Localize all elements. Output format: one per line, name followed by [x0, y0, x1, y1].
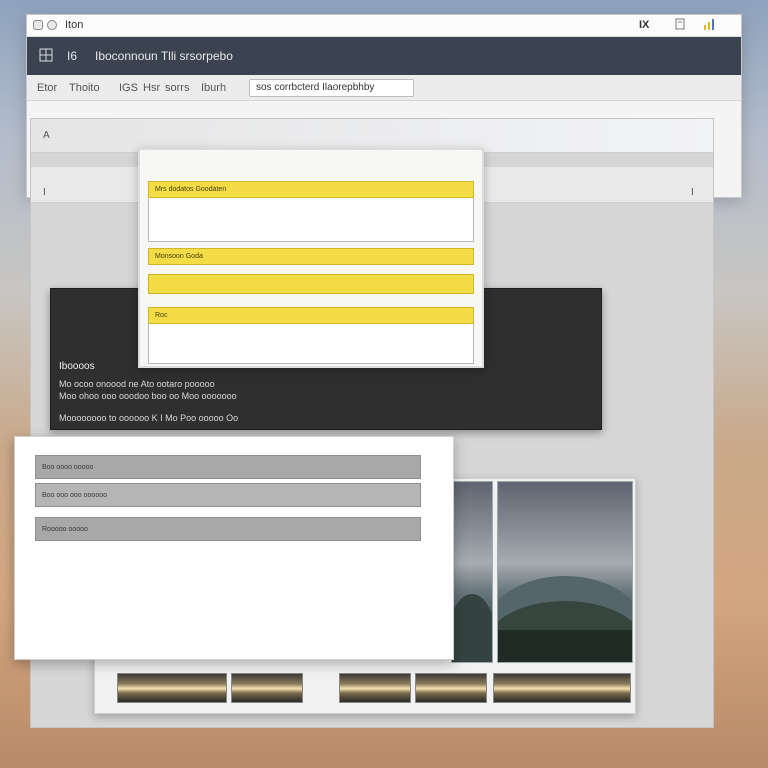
menu-item-iburh[interactable]: Iburh — [201, 82, 226, 94]
yellow-field-label-3: Roc — [148, 307, 474, 324]
dark-panel-line-2: Moo ohoo ooo ooodoo boo oo Moo ooooooo — [59, 391, 237, 401]
menu-bar: Etor Thoito IGS Hsr sorrs Iburh sos corr… — [27, 75, 741, 101]
stack-icon[interactable] — [675, 18, 685, 33]
yellow-field-label-1: Mrs dodatos Goodaten — [148, 181, 474, 198]
filmstrip-thumb-2[interactable] — [231, 673, 303, 703]
landscape-photo-2[interactable] — [497, 481, 633, 663]
tab-title[interactable]: Iton — [65, 19, 83, 31]
window-close-icon[interactable] — [33, 20, 43, 30]
yellow-field-input-2[interactable] — [148, 274, 474, 294]
filmstrip-thumb-1[interactable] — [117, 673, 227, 703]
grey-field-2[interactable]: Boo ooo ooo oooooo — [35, 483, 421, 507]
titlebar-right-label: IX — [639, 19, 650, 31]
grey-field-3[interactable]: Rooooo ooooo — [35, 517, 421, 541]
menu-item-sorrs[interactable]: sorrs — [165, 82, 189, 94]
landscape-photo-1[interactable] — [451, 481, 493, 663]
filmstrip-thumb-3[interactable] — [339, 673, 411, 703]
yellow-field-label-2: Monsoon Goda — [148, 248, 474, 265]
menu-item-hsr[interactable]: Hsr — [143, 82, 160, 94]
grey-form-window: Boo oooo ooooo Boo ooo ooo oooooo Rooooo… — [14, 436, 454, 660]
address-field[interactable]: sos corrbcterd Ilaorepbhby — [249, 79, 414, 97]
toolbar-title: Iboconnoun Tlli srsorpebo — [95, 49, 233, 63]
yellow-field-input-3[interactable] — [148, 324, 474, 364]
window-minimize-icon[interactable] — [47, 20, 57, 30]
strip-b-char-right: I — [691, 187, 694, 198]
strip-b-char: I — [43, 187, 46, 198]
grey-field-1[interactable]: Boo oooo ooooo — [35, 455, 421, 479]
menu-item-thoito[interactable]: Thoito — [69, 82, 100, 94]
menu-item-etor[interactable]: Etor — [37, 82, 57, 94]
menu-item-igs[interactable]: IGS — [119, 82, 138, 94]
filmstrip-thumb-4[interactable] — [415, 673, 487, 703]
signal-icon[interactable] — [703, 17, 719, 34]
yellow-form-dialog: Mrs dodatos Goodaten Monsoon Goda Roc — [138, 148, 484, 368]
grid-icon[interactable] — [39, 48, 53, 65]
dark-panel-heading: Iboooos — [59, 361, 95, 372]
toolbar-icon-label[interactable]: I6 — [67, 49, 77, 63]
filmstrip-thumb-5[interactable] — [493, 673, 631, 703]
title-bar: Iton IX — [27, 15, 741, 37]
strip-a-char: A — [43, 130, 50, 141]
dark-panel-line-3: Moooooooo to oooooo K I Mo Poo ooooo Oo — [59, 413, 239, 423]
yellow-field-input-1[interactable] — [148, 198, 474, 242]
app-toolbar: I6 Iboconnoun Tlli srsorpebo — [27, 37, 741, 75]
dark-panel-line-1: Mo ocoo onoood ne Ato ootaro pooooo — [59, 379, 215, 389]
